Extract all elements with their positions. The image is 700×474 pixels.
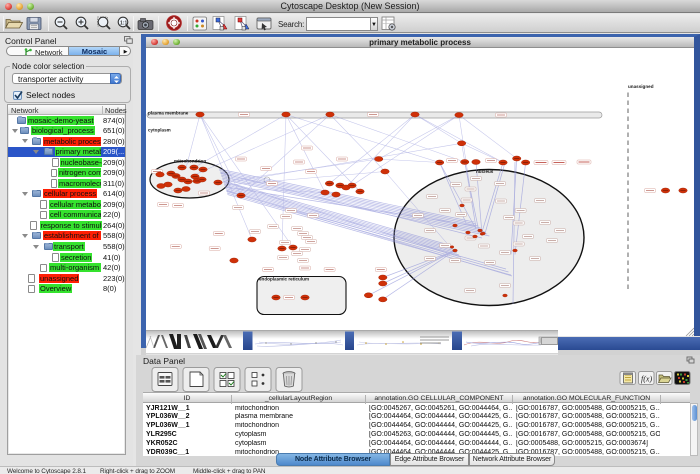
svg-text:1:1: 1:1 [120,21,127,27]
svg-text:unassigned: unassigned [628,84,654,89]
svg-text:endoplasmic reticulum: endoplasmic reticulum [259,276,309,281]
svg-text:plasma membrane: plasma membrane [148,110,189,115]
svg-text:nucleus: nucleus [476,169,494,174]
svg-text:mitochondrion: mitochondrion [174,158,206,163]
svg-text:f(x): f(x) [641,375,652,384]
svg-text:cytoplasm: cytoplasm [148,127,171,132]
